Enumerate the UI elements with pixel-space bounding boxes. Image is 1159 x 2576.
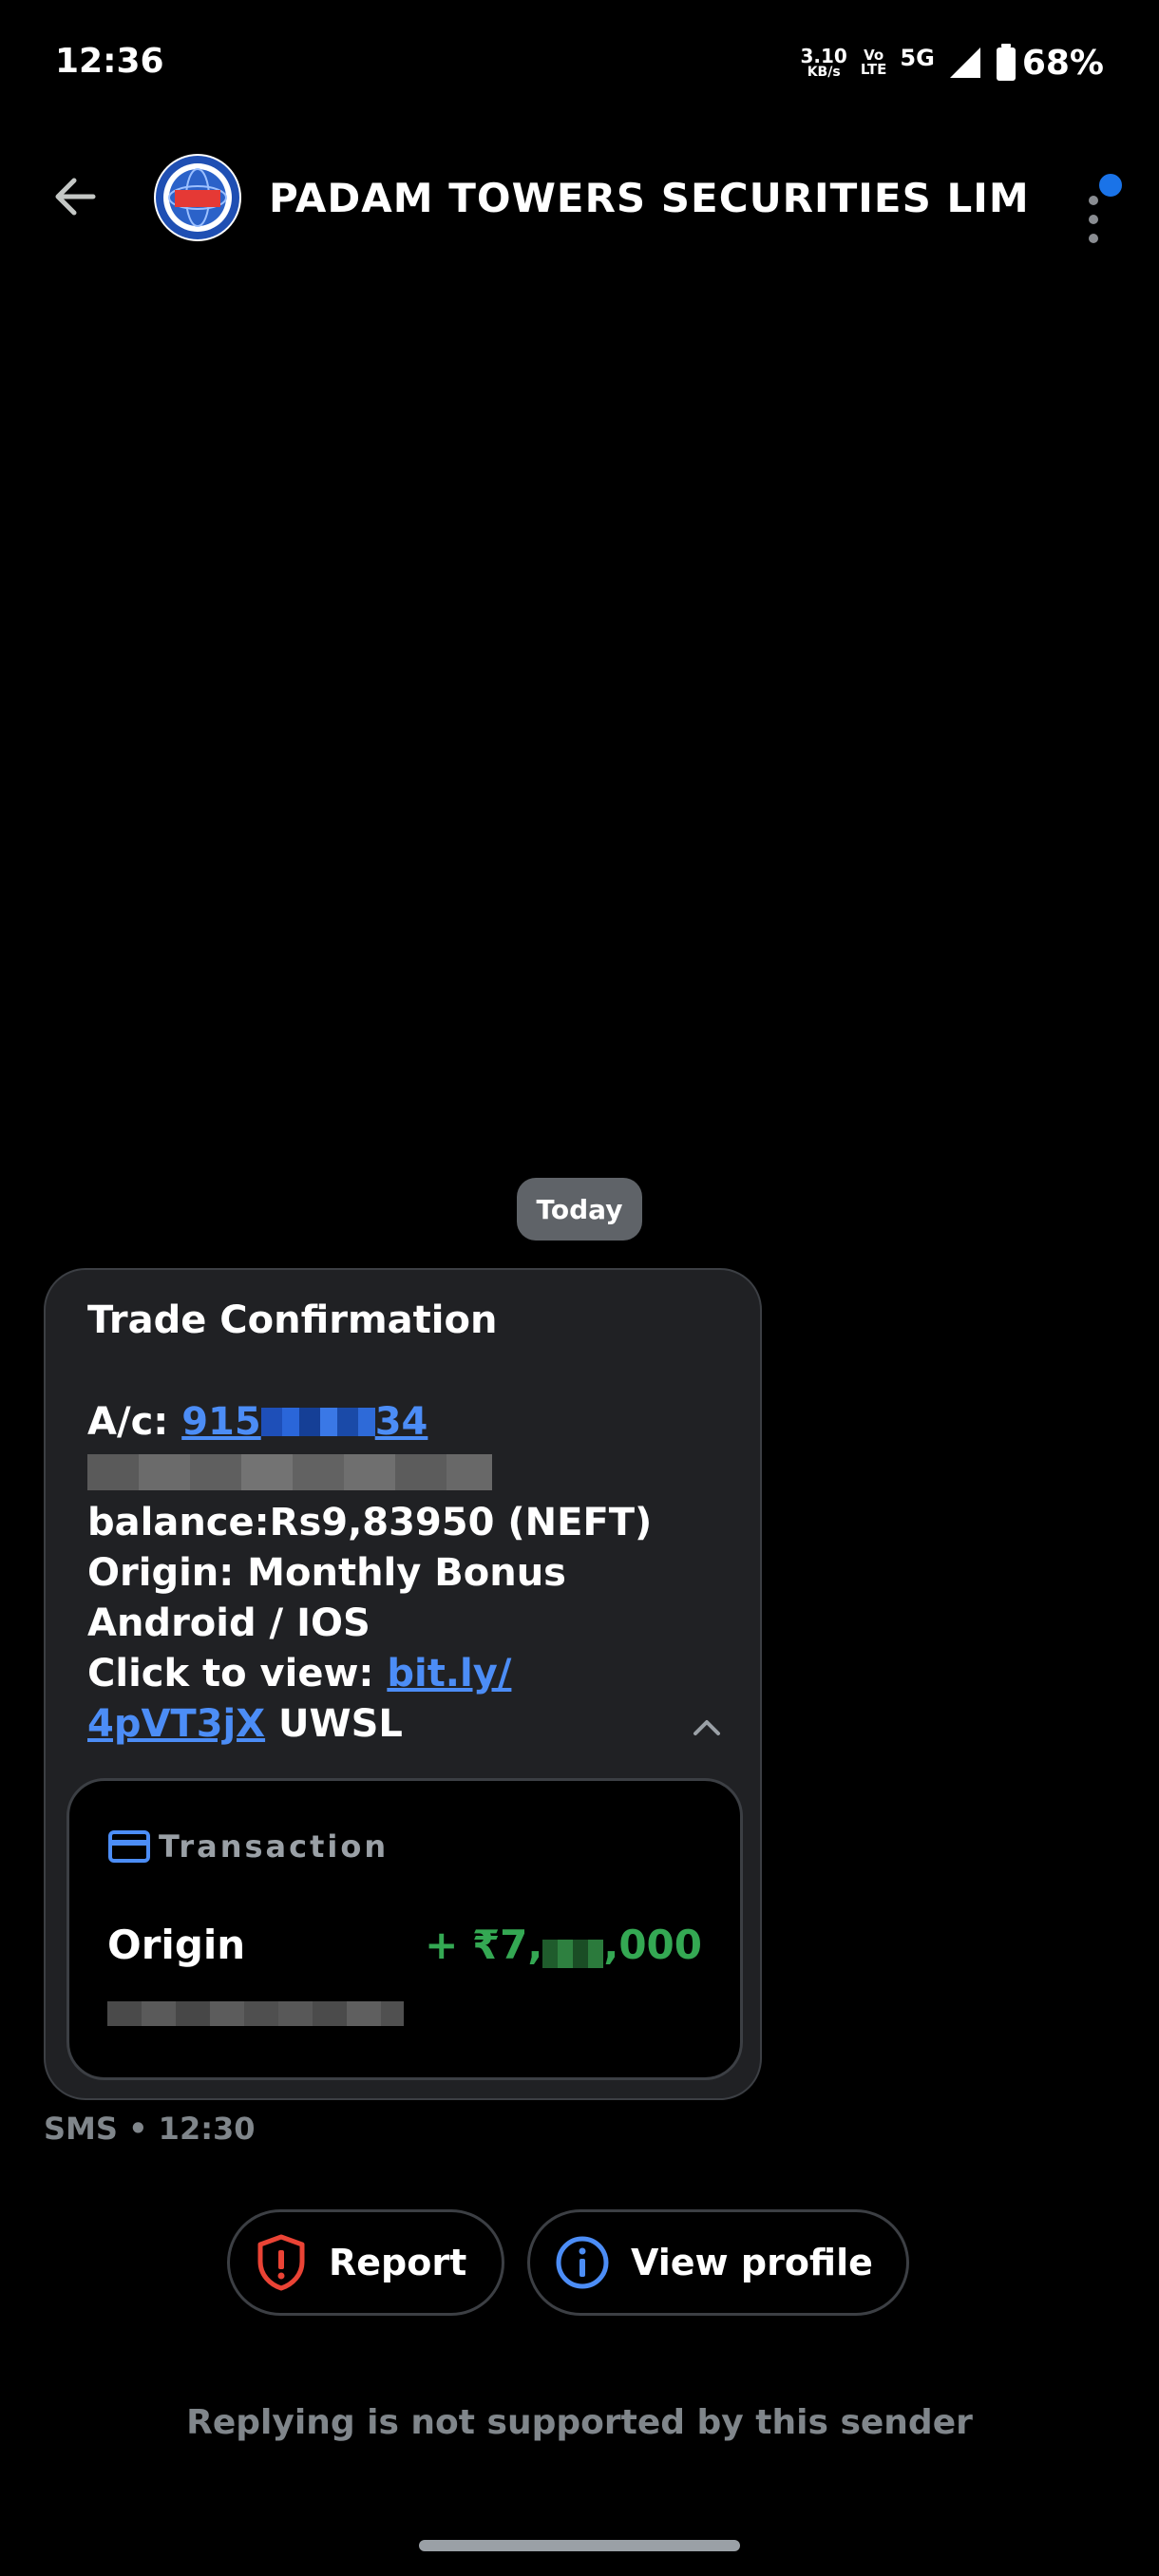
transaction-amount: + ₹7, ,000 bbox=[425, 1922, 702, 1968]
short-link-part2[interactable]: 4pVT3jX bbox=[87, 1702, 265, 1746]
short-link-part1[interactable]: bit.ly/ bbox=[387, 1652, 511, 1695]
network-speed-value: 3.10 bbox=[800, 45, 847, 67]
account-start: 915 bbox=[181, 1400, 261, 1444]
sender-avatar[interactable] bbox=[154, 154, 241, 241]
signal-icon bbox=[949, 47, 980, 78]
platform-line: Android / IOS bbox=[87, 1601, 370, 1645]
notification-dot bbox=[1096, 171, 1125, 199]
shield-alert-icon bbox=[257, 2234, 305, 2291]
redacted-line bbox=[87, 1448, 652, 1498]
view-profile-button[interactable]: View profile bbox=[527, 2209, 909, 2316]
network-speed: 3.10 KB/s bbox=[801, 47, 847, 79]
message-suffix: UWSL bbox=[265, 1702, 403, 1746]
credit-card-icon bbox=[108, 1830, 150, 1863]
origin-line: Origin: Monthly Bonus bbox=[87, 1551, 566, 1595]
more-options-button[interactable] bbox=[1074, 167, 1130, 243]
transaction-card[interactable]: Transaction Origin + ₹7, ,000 bbox=[66, 1778, 743, 2080]
balance-line: balance:Rs9,83950 (NEFT) bbox=[87, 1501, 653, 1544]
network-type: 5G bbox=[900, 45, 935, 71]
account-end: 34 bbox=[374, 1400, 428, 1444]
sender-logo-icon bbox=[156, 156, 239, 239]
status-bar: 12:36 3.10 KB/s Vo LTE 5G 68% bbox=[0, 0, 1159, 128]
view-profile-label: View profile bbox=[631, 2242, 873, 2283]
transaction-header: Transaction bbox=[107, 1828, 389, 1865]
message-meta: SMS • 12:30 bbox=[44, 2111, 256, 2147]
collapse-button[interactable] bbox=[688, 1713, 726, 1741]
redacted-amount-digits bbox=[542, 1931, 604, 1968]
conversation-title: PADAM TOWERS SECURITIES LIM... bbox=[269, 175, 1029, 221]
report-button[interactable]: Report bbox=[227, 2209, 504, 2316]
volte-icon: Vo LTE bbox=[861, 48, 887, 77]
account-prefix: A/c: bbox=[87, 1400, 182, 1444]
click-line: Click to view: bit.ly/ bbox=[87, 1649, 652, 1699]
message-title: Trade Confirmation bbox=[87, 1298, 498, 1342]
menu-dot bbox=[1089, 196, 1098, 205]
message-body: A/c: 915 34 balance:Rs9,83950 (NEFT) Orig… bbox=[87, 1397, 652, 1750]
battery: 68% bbox=[996, 44, 1104, 83]
menu-dot bbox=[1089, 215, 1098, 224]
battery-percent: 68% bbox=[1021, 43, 1104, 83]
click-prefix: Click to view: bbox=[87, 1652, 388, 1695]
status-time: 12:36 bbox=[55, 42, 164, 81]
redacted-transaction-detail bbox=[107, 2001, 404, 2026]
link-line: 4pVT3jX UWSL bbox=[87, 1699, 652, 1750]
transaction-origin: Origin bbox=[107, 1922, 246, 1968]
app-bar: PADAM TOWERS SECURITIES LIM... bbox=[0, 133, 1159, 261]
transaction-label: Transaction bbox=[159, 1828, 390, 1865]
account-link[interactable]: 915 34 bbox=[181, 1400, 428, 1444]
volte-bottom: LTE bbox=[860, 61, 887, 78]
home-indicator[interactable] bbox=[419, 2540, 740, 2551]
arrow-back-icon bbox=[55, 178, 96, 216]
status-icons: 3.10 KB/s Vo LTE 5G 68% bbox=[801, 42, 1105, 84]
redacted-account-digits bbox=[260, 1399, 375, 1436]
chevron-up-icon bbox=[694, 1720, 720, 1735]
reply-not-supported-note: Replying is not supported by this sender bbox=[186, 2403, 973, 2442]
amount-suffix: ,000 bbox=[603, 1922, 702, 1968]
menu-dot bbox=[1089, 234, 1098, 243]
battery-icon bbox=[996, 44, 1016, 81]
amount-prefix: + ₹7, bbox=[425, 1922, 543, 1968]
info-icon bbox=[556, 2236, 609, 2289]
message-bubble[interactable]: Trade Confirmation A/c: 915 34 balance:Rs… bbox=[44, 1268, 762, 2100]
network-speed-unit: KB/s bbox=[807, 65, 841, 80]
redacted-text bbox=[87, 1453, 492, 1490]
date-chip: Today bbox=[517, 1178, 642, 1241]
back-button[interactable] bbox=[46, 167, 104, 226]
account-line: A/c: 915 34 bbox=[87, 1397, 652, 1448]
report-label: Report bbox=[329, 2242, 467, 2283]
